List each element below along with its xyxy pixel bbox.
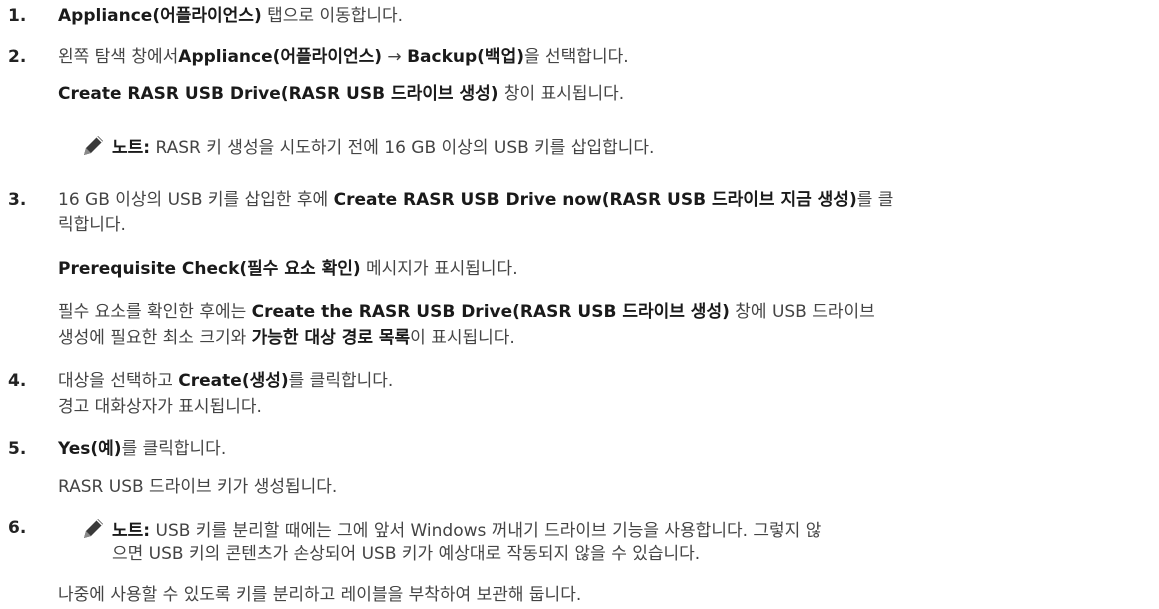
note-text: USB 키를 분리할 때에는 그에 앞서 Windows 꺼내기 드라이브 기능…	[150, 521, 822, 541]
bold-term: Create(생성)	[178, 371, 289, 391]
step-text: 16 GB 이상의 USB 키를 삽입한 후에	[58, 190, 334, 210]
step-text: 창이 표시됩니다.	[498, 84, 625, 104]
step-text: 대상을 선택하고	[58, 371, 179, 391]
bold-term: Create RASR USB Drive(RASR USB 드라이브 생성)	[58, 84, 499, 104]
pencil-note-icon	[81, 134, 105, 158]
step-text: 메시지가 표시됩니다.	[360, 259, 518, 279]
step-text: 를 클릭합니다.	[288, 371, 394, 391]
final-paragraph: 나중에 사용할 수 있도록 키를 분리하고 레이블을 부착하여 보관해 둡니다.	[58, 585, 582, 605]
bold-term: Appliance(어플라이언스)	[58, 6, 262, 26]
step-1-text: Appliance(어플라이언스) 탭으로 이동합니다.	[58, 4, 403, 28]
note-2: 노트: USB 키를 분리할 때에는 그에 앞서 Windows 꺼내기 드라이…	[80, 516, 821, 543]
bold-term: Create RASR USB Drive now(RASR USB 드라이브 …	[333, 190, 857, 210]
bold-term: Prerequisite Check(필수 요소 확인)	[58, 259, 361, 279]
step-4-text: 대상을 선택하고 Create(생성)를 클릭합니다.	[58, 369, 393, 393]
step-4-result: 경고 대화상자가 표시됩니다.	[58, 397, 262, 417]
bold-term: Create the RASR USB Drive(RASR USB 드라이브 …	[251, 302, 730, 322]
note-label: 노트:	[112, 138, 151, 158]
step-3-text: 16 GB 이상의 USB 키를 삽입한 후에 Create RASR USB …	[58, 188, 893, 212]
step-text: 창에 USB 드라이브	[729, 302, 875, 322]
step-2-text: 왼쪽 탐색 창에서Appliance(어플라이언스) → Backup(백업)을…	[58, 45, 629, 69]
step-3-para1: 필수 요소를 확인한 후에는 Create the RASR USB Drive…	[58, 300, 875, 324]
step-text: 왼쪽 탐색 창에서	[58, 47, 179, 67]
note-2-cont: 으면 USB 키의 콘텐츠가 손상되어 USB 키가 예상대로 작동되지 않을 …	[112, 544, 701, 564]
bold-term: Backup(백업)	[407, 47, 524, 67]
document: 1. Appliance(어플라이언스) 탭으로 이동합니다. 2. 왼쪽 탐색…	[0, 0, 1159, 609]
step-number: 3.	[8, 190, 27, 210]
step-5-result: RASR USB 드라이브 키가 생성됩니다.	[58, 477, 338, 497]
step-number: 6.	[8, 518, 27, 538]
pencil-note-icon	[81, 517, 105, 541]
note-1: 노트: RASR 키 생성을 시도하기 전에 16 GB 이상의 USB 키를 …	[80, 133, 654, 160]
step-number: 2.	[8, 47, 27, 67]
step-text: 이 표시됩니다.	[410, 328, 515, 348]
bold-term: Appliance(어플라이언스)	[178, 47, 383, 67]
step-3-cont: 릭합니다.	[58, 215, 126, 235]
step-5-text: Yes(예)를 클릭합니다.	[58, 437, 226, 461]
bold-term: 가능한 대상 경로 목록	[251, 328, 411, 348]
step-2-result: Create RASR USB Drive(RASR USB 드라이브 생성) …	[58, 82, 624, 106]
step-text: →	[382, 47, 408, 67]
note-label: 노트:	[112, 521, 151, 541]
step-text: 을 선택합니다.	[523, 47, 629, 67]
step-text: 필수 요소를 확인한 후에는	[58, 302, 252, 322]
step-text: 탭으로 이동합니다.	[261, 6, 404, 26]
note-text: RASR 키 생성을 시도하기 전에 16 GB 이상의 USB 키를 삽입합니…	[150, 138, 655, 158]
step-number: 4.	[8, 371, 27, 391]
step-text: 를 클	[856, 190, 894, 210]
step-text: 를 클릭합니다.	[121, 439, 227, 459]
step-text: 생성에 필요한 최소 크기와	[58, 328, 252, 348]
step-number: 1.	[8, 6, 27, 26]
step-3-para2: 생성에 필요한 최소 크기와 가능한 대상 경로 목록이 표시됩니다.	[58, 326, 515, 350]
step-number: 5.	[8, 439, 27, 459]
bold-term: Yes(예)	[58, 439, 122, 459]
step-3-result: Prerequisite Check(필수 요소 확인) 메시지가 표시됩니다.	[58, 257, 518, 281]
